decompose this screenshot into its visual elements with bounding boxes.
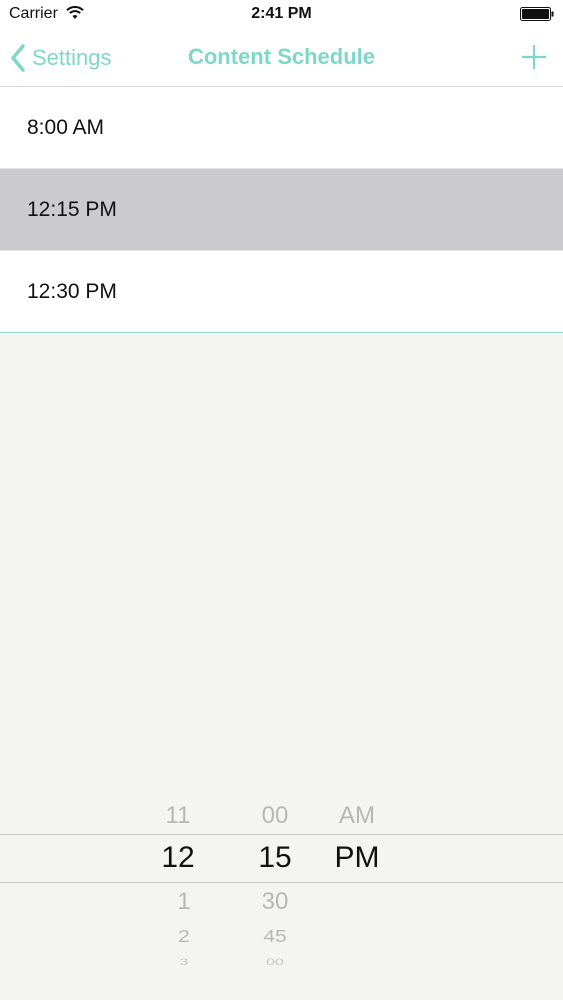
minute-option-selected: 15 — [258, 841, 292, 874]
status-time: 2:41 PM — [251, 5, 312, 22]
battery-icon — [520, 7, 554, 21]
minute-option: 45 — [263, 926, 287, 947]
schedule-item[interactable]: 12:30 PM — [0, 251, 563, 333]
period-wheel[interactable]: AM PM — [322, 790, 392, 980]
minute-option: 00 — [266, 958, 284, 968]
hour-option-selected: 12 — [161, 841, 195, 874]
hour-option: 2 — [178, 926, 190, 947]
minute-option: 00 — [261, 802, 289, 829]
navigation-bar: Settings Content Schedule — [0, 30, 563, 87]
minute-option: 30 — [261, 888, 289, 915]
time-picker: 11 12 1 2 3 00 15 30 45 00 AM PM — [0, 790, 563, 980]
status-bar: Carrier 2:41 PM — [0, 0, 563, 30]
schedule-item-label: 12:30 PM — [27, 279, 117, 303]
hour-option: 1 — [177, 888, 191, 915]
schedule-item-label: 8:00 AM — [27, 115, 105, 139]
plus-icon[interactable] — [519, 42, 549, 72]
period-option: AM — [339, 802, 375, 829]
minute-wheel[interactable]: 00 15 30 45 00 — [243, 790, 307, 980]
period-option-selected: PM — [334, 841, 380, 874]
hour-option: 11 — [165, 802, 191, 829]
schedule-item[interactable]: 8:00 AM — [0, 87, 563, 169]
schedule-item-label: 12:15 PM — [27, 197, 117, 221]
page-title: Content Schedule — [187, 44, 375, 69]
schedule-list: 8:00 AM 12:15 PM 12:30 PM — [0, 87, 563, 333]
schedule-item-selected[interactable]: 12:15 PM — [0, 169, 563, 251]
hour-option: 3 — [179, 958, 189, 968]
hour-wheel[interactable]: 11 12 1 2 3 — [146, 790, 210, 980]
